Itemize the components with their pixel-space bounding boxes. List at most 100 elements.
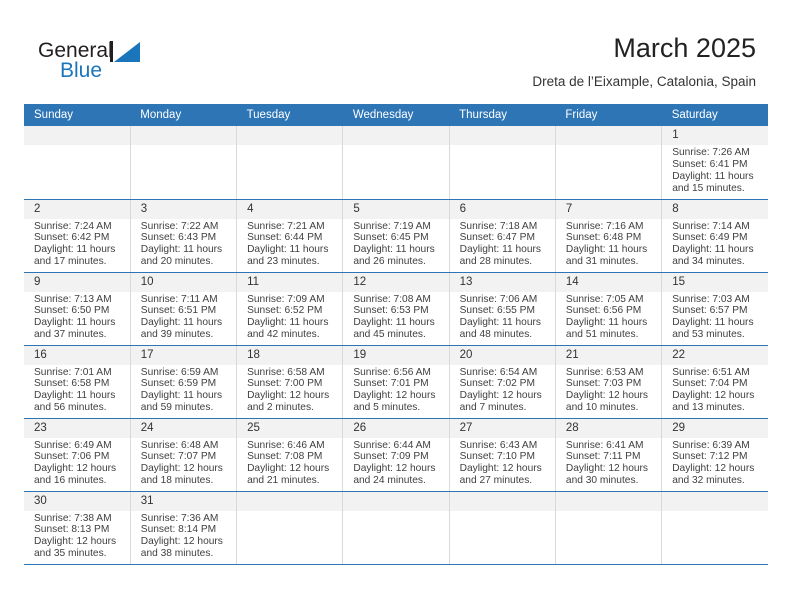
calendar-week-row: 9 Sunrise: 7:13 AM Sunset: 6:50 PM Daylight… (24, 272, 768, 346)
day-number: 24 (130, 418, 237, 438)
day-sun-info: Sunrise: 6:54 AM Sunset: 7:02 PM Daylight:… (450, 365, 555, 415)
daylight-text-line1: Daylight: 11 hours (34, 317, 116, 329)
calendar-day-cell[interactable]: 4 Sunrise: 7:21 AM Sunset: 6:44 PM Daylight… (236, 199, 344, 273)
daylight-text-line2: and 37 minutes. (34, 329, 107, 341)
calendar-day-cell[interactable]: 22 Sunrise: 6:51 AM Sunset: 7:04 PM Dayligh… (661, 345, 768, 419)
daylight-text-line2: and 51 minutes. (565, 329, 639, 341)
day-sun-info: Sunrise: 6:41 AM Sunset: 7:11 PM Daylight:… (556, 438, 661, 488)
daylight-text-line2: and 18 minutes. (140, 475, 214, 487)
calendar-week-row: 2 Sunrise: 7:24 AM Sunset: 6:42 PM Daylight… (24, 199, 768, 273)
calendar-day-cell[interactable]: 24 Sunrise: 6:48 AM Sunset: 7:07 PM Dayligh… (130, 418, 238, 492)
sunset-text: Sunset: 7:11 PM (565, 451, 641, 463)
sunrise-text: Sunrise: 7:22 AM (140, 220, 219, 232)
brand-logo[interactable]: General Blue (38, 40, 238, 88)
daylight-text-line1: Daylight: 11 hours (140, 317, 223, 329)
weekday-header-friday: Friday (555, 104, 662, 126)
daylight-text-line1: Daylight: 11 hours (565, 317, 648, 329)
day-number (555, 126, 662, 145)
day-number (449, 491, 555, 511)
calendar-day-cell[interactable]: 5 Sunrise: 7:19 AM Sunset: 6:45 PM Daylight… (342, 199, 450, 273)
sunset-text: Sunset: 8:14 PM (140, 524, 217, 536)
calendar-day-cell[interactable]: 1 Sunrise: 7:26 AM Sunset: 6:41 PM Daylight… (661, 126, 768, 200)
sunrise-text: Sunrise: 7:24 AM (34, 220, 112, 232)
daylight-text-line2: and 5 minutes. (353, 402, 421, 414)
calendar-day-cell[interactable]: 16 Sunrise: 7:01 AM Sunset: 6:58 PM Dayligh… (24, 345, 131, 419)
day-number: 14 (555, 272, 662, 292)
calendar-day-cell[interactable]: 28 Sunrise: 6:41 AM Sunset: 7:11 PM Dayligh… (555, 418, 663, 492)
sunrise-text: Sunrise: 7:03 AM (672, 293, 750, 305)
daylight-text-line1: Daylight: 11 hours (672, 317, 754, 329)
day-number: 11 (237, 272, 343, 292)
calendar-cell-empty (342, 126, 450, 200)
calendar-grid: Sunday Monday Tuesday Wednesday Thursday… (24, 104, 768, 565)
daylight-text-line1: Daylight: 11 hours (672, 244, 754, 256)
sunrise-text: Sunrise: 7:19 AM (353, 220, 431, 232)
daylight-text-line2: and 28 minutes. (459, 256, 533, 268)
calendar-day-cell[interactable]: 19 Sunrise: 6:56 AM Sunset: 7:01 PM Dayligh… (342, 345, 450, 419)
daylight-text-line2: and 34 minutes. (672, 256, 745, 268)
brand-divider-bar (110, 41, 113, 62)
calendar-day-cell[interactable]: 25 Sunrise: 6:46 AM Sunset: 7:08 PM Dayligh… (236, 418, 344, 492)
triangle-logo-icon (114, 42, 140, 62)
calendar-day-cell[interactable]: 20 Sunrise: 6:54 AM Sunset: 7:02 PM Dayligh… (449, 345, 556, 419)
daylight-text-line2: and 30 minutes. (565, 475, 639, 487)
daylight-text-line2: and 42 minutes. (247, 329, 320, 341)
daylight-text-line2: and 53 minutes. (672, 329, 745, 341)
day-number: 7 (555, 199, 662, 219)
sunset-text: Sunset: 6:49 PM (672, 232, 748, 244)
day-number (237, 491, 343, 511)
calendar-cell-empty (449, 126, 556, 200)
calendar-day-cell[interactable]: 29 Sunrise: 6:39 AM Sunset: 7:12 PM Dayligh… (661, 418, 768, 492)
daylight-text-line2: and 2 minutes. (247, 402, 314, 414)
calendar-day-cell[interactable]: 13 Sunrise: 7:06 AM Sunset: 6:55 PM Dayligh… (449, 272, 556, 346)
calendar-day-cell[interactable]: 12 Sunrise: 7:08 AM Sunset: 6:53 PM Dayligh… (342, 272, 450, 346)
sunrise-text: Sunrise: 7:36 AM (140, 512, 219, 524)
day-sun-info: Sunrise: 7:18 AM Sunset: 6:47 PM Daylight:… (450, 219, 555, 269)
calendar-day-cell[interactable]: 14 Sunrise: 7:05 AM Sunset: 6:56 PM Dayligh… (555, 272, 663, 346)
day-number: 22 (662, 345, 768, 365)
day-number (449, 126, 555, 145)
sunrise-text: Sunrise: 6:49 AM (34, 439, 112, 451)
calendar-day-cell[interactable]: 31 Sunrise: 7:36 AM Sunset: 8:14 PM Dayligh… (130, 491, 238, 565)
calendar-day-cell[interactable]: 26 Sunrise: 6:44 AM Sunset: 7:09 PM Dayligh… (342, 418, 450, 492)
calendar-day-cell[interactable]: 10 Sunrise: 7:11 AM Sunset: 6:51 PM Dayligh… (130, 272, 238, 346)
daylight-text-line1: Daylight: 12 hours (672, 463, 755, 475)
weekday-header-wednesday: Wednesday (342, 104, 450, 126)
calendar-day-cell[interactable]: 15 Sunrise: 7:03 AM Sunset: 6:57 PM Dayligh… (661, 272, 768, 346)
day-sun-info: Sunrise: 6:46 AM Sunset: 7:08 PM Daylight:… (237, 438, 342, 488)
calendar-day-cell[interactable]: 27 Sunrise: 6:43 AM Sunset: 7:10 PM Dayligh… (449, 418, 556, 492)
calendar-day-cell[interactable]: 2 Sunrise: 7:24 AM Sunset: 6:42 PM Daylight… (24, 199, 131, 273)
sunset-text: Sunset: 7:06 PM (34, 451, 110, 463)
calendar-day-cell[interactable]: 8 Sunrise: 7:14 AM Sunset: 6:49 PM Daylight… (661, 199, 768, 273)
sunset-text: Sunset: 6:52 PM (247, 305, 323, 317)
calendar-day-cell[interactable]: 3 Sunrise: 7:22 AM Sunset: 6:43 PM Daylight… (130, 199, 238, 273)
calendar-week-row: 23 Sunrise: 6:49 AM Sunset: 7:06 PM Dayligh… (24, 418, 768, 492)
daylight-text-line1: Daylight: 12 hours (672, 390, 755, 402)
calendar-day-cell[interactable]: 9 Sunrise: 7:13 AM Sunset: 6:50 PM Daylight… (24, 272, 131, 346)
calendar-day-cell[interactable]: 17 Sunrise: 6:59 AM Sunset: 6:59 PM Dayligh… (130, 345, 238, 419)
day-number: 2 (24, 199, 130, 219)
calendar-day-cell[interactable]: 11 Sunrise: 7:09 AM Sunset: 6:52 PM Dayligh… (236, 272, 344, 346)
daylight-text-line1: Daylight: 11 hours (353, 317, 435, 329)
sunset-text: Sunset: 7:08 PM (247, 451, 323, 463)
day-number (24, 126, 130, 145)
day-sun-info: Sunrise: 7:09 AM Sunset: 6:52 PM Daylight:… (237, 292, 342, 342)
day-sun-info: Sunrise: 7:14 AM Sunset: 6:49 PM Daylight:… (662, 219, 768, 269)
sunset-text: Sunset: 6:42 PM (34, 232, 110, 244)
daylight-text-line2: and 32 minutes. (672, 475, 745, 487)
calendar-day-cell[interactable]: 23 Sunrise: 6:49 AM Sunset: 7:06 PM Dayligh… (24, 418, 131, 492)
day-number: 5 (343, 199, 449, 219)
day-number: 19 (343, 345, 449, 365)
calendar-day-cell[interactable]: 6 Sunrise: 7:18 AM Sunset: 6:47 PM Daylight… (449, 199, 556, 273)
daylight-text-line2: and 24 minutes. (353, 475, 426, 487)
calendar-day-cell[interactable]: 7 Sunrise: 7:16 AM Sunset: 6:48 PM Daylight… (555, 199, 663, 273)
day-number: 8 (662, 199, 768, 219)
sunrise-text: Sunrise: 7:11 AM (140, 293, 218, 305)
daylight-text-line2: and 48 minutes. (459, 329, 533, 341)
sunrise-text: Sunrise: 6:54 AM (459, 366, 538, 378)
calendar-day-cell[interactable]: 30 Sunrise: 7:38 AM Sunset: 8:13 PM Dayligh… (24, 491, 131, 565)
calendar-day-cell[interactable]: 18 Sunrise: 6:58 AM Sunset: 7:00 PM Dayligh… (236, 345, 344, 419)
sunset-text: Sunset: 6:59 PM (140, 378, 217, 390)
sunset-text: Sunset: 6:50 PM (34, 305, 110, 317)
calendar-day-cell[interactable]: 21 Sunrise: 6:53 AM Sunset: 7:03 PM Dayligh… (555, 345, 663, 419)
